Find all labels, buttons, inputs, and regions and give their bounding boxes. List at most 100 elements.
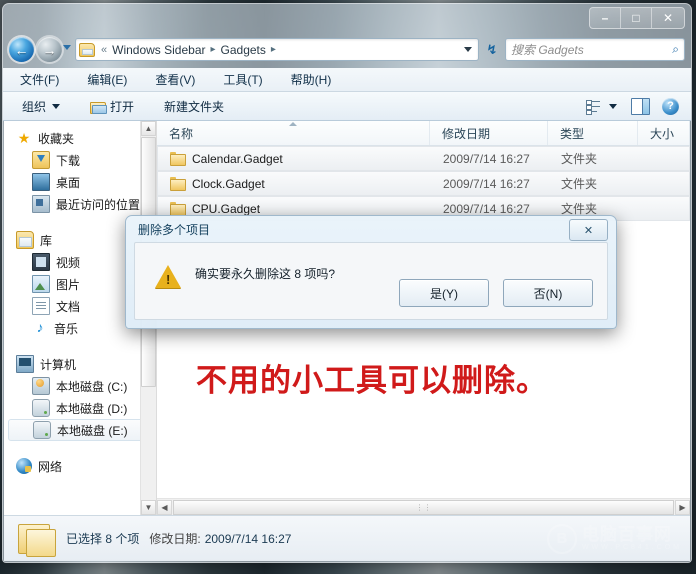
- folder-icon: [170, 202, 186, 216]
- drive-icon: [33, 421, 51, 439]
- warning-icon: !: [155, 265, 181, 289]
- sidebar-item-desktop[interactable]: 桌面: [4, 171, 156, 193]
- dialog-message: 确实要永久删除这 8 项吗?: [195, 267, 336, 281]
- menu-item-edit[interactable]: 编辑(E): [84, 69, 130, 90]
- search-input[interactable]: 搜索 Gadgets: [511, 41, 672, 58]
- close-button[interactable]: ✕: [652, 8, 684, 28]
- new-folder-button[interactable]: 新建文件夹: [159, 95, 229, 118]
- recent-pages-chevron-down-icon[interactable]: [63, 45, 71, 50]
- column-header-name[interactable]: 名称: [157, 121, 430, 145]
- help-icon[interactable]: ?: [662, 97, 679, 115]
- sidebar-item-recent-places[interactable]: 最近访问的位置: [4, 193, 156, 215]
- horizontal-scrollbar[interactable]: ◀ ⋮⋮ ▶: [157, 498, 690, 515]
- back-button[interactable]: ←: [9, 37, 34, 62]
- sidebar-label: 网络: [38, 459, 63, 474]
- scroll-right-button[interactable]: ▶: [675, 499, 690, 515]
- folder-icon: [170, 152, 186, 166]
- search-box[interactable]: 搜索 Gadgets ⌕: [505, 38, 685, 61]
- documents-icon: [32, 297, 50, 315]
- change-view-icon[interactable]: [586, 99, 601, 115]
- toolbar-right-group: ?: [586, 97, 691, 115]
- open-button[interactable]: 打开: [85, 95, 139, 118]
- address-bar[interactable]: « Windows Sidebar ▸ Gadgets ▸: [75, 38, 479, 61]
- maximize-button[interactable]: □: [621, 8, 652, 28]
- sidebar-label: 音乐: [54, 321, 79, 336]
- menu-item-tools[interactable]: 工具(T): [220, 69, 265, 90]
- watermark-title: 电脑百事网: [581, 524, 672, 544]
- music-icon: ♪: [36, 319, 44, 335]
- breadcrumb-separator-icon[interactable]: ▸: [269, 44, 278, 55]
- nav-group-favorites: ★ 收藏夹 下载 桌面 最近访问的位置: [4, 127, 156, 215]
- minimize-button[interactable]: –: [590, 8, 621, 28]
- file-date-cell: 2009/7/14 16:27: [443, 201, 530, 216]
- window-title-bar: – □ ✕: [3, 4, 691, 32]
- sidebar-item-drive-e[interactable]: 本地磁盘 (E:): [8, 419, 152, 441]
- sidebar-label: 库: [40, 233, 53, 248]
- sidebar-label: 本地磁盘 (E:): [57, 423, 128, 438]
- menu-item-file[interactable]: 文件(F): [17, 69, 62, 90]
- sidebar-item-downloads[interactable]: 下载: [4, 149, 156, 171]
- organize-button[interactable]: 组织: [17, 95, 65, 118]
- address-dropdown-icon[interactable]: [461, 47, 475, 52]
- file-name-label: Calendar.Gadget: [192, 151, 283, 166]
- library-icon: [16, 231, 34, 249]
- nav-group-network: 网络: [4, 455, 156, 477]
- file-name-label: CPU.Gadget: [192, 201, 261, 216]
- sidebar-item-drive-c[interactable]: 本地磁盘 (C:): [4, 375, 156, 397]
- dialog-close-button[interactable]: ✕: [569, 219, 608, 241]
- file-name-cell: CPU.Gadget: [158, 202, 431, 216]
- scrollbar-thumb[interactable]: ⋮⋮: [173, 499, 674, 515]
- table-row[interactable]: Clock.Gadget 2009/7/14 16:27 文件夹: [157, 171, 690, 196]
- address-bar-row: ← → « Windows Sidebar ▸ Gadgets ▸ ↯ 搜索 G…: [3, 34, 691, 66]
- sidebar-item-computer[interactable]: 计算机: [4, 353, 156, 375]
- star-icon: ★: [17, 130, 31, 146]
- scroll-up-button[interactable]: ▲: [141, 121, 156, 136]
- sidebar-item-network[interactable]: 网络: [4, 455, 156, 477]
- column-header-date-modified[interactable]: 修改日期: [430, 121, 548, 145]
- yes-button[interactable]: 是(Y): [399, 279, 489, 307]
- column-header-type[interactable]: 类型: [548, 121, 638, 145]
- window-controls: – □ ✕: [589, 7, 685, 29]
- desktop-icon: [32, 173, 50, 191]
- sidebar-label: 图片: [56, 277, 81, 292]
- view-chevron-down-icon[interactable]: [609, 103, 617, 109]
- refresh-button[interactable]: ↯: [482, 38, 502, 61]
- menu-item-help[interactable]: 帮助(H): [288, 69, 335, 90]
- breadcrumb-separator-icon[interactable]: ▸: [209, 44, 218, 55]
- sidebar-label: 本地磁盘 (D:): [56, 401, 128, 416]
- forward-button[interactable]: →: [37, 37, 62, 62]
- status-text: 已选择 8 个项 修改日期: 2009/7/14 16:27: [66, 530, 291, 547]
- open-label: 打开: [110, 99, 135, 114]
- scroll-down-button[interactable]: ▼: [141, 500, 156, 515]
- sidebar-label: 最近访问的位置: [56, 197, 141, 212]
- nav-group-computer: 计算机 本地磁盘 (C:) 本地磁盘 (D:) 本地磁盘 (E:): [4, 353, 156, 441]
- watermark: B 电脑百事网 WWW.PC841.COM: [546, 523, 682, 554]
- drive-icon: [32, 399, 50, 417]
- status-selection-count: 已选择 8 个项: [66, 532, 140, 546]
- sidebar-item-drive-d[interactable]: 本地磁盘 (D:): [4, 397, 156, 419]
- sidebar-label: 收藏夹: [38, 131, 75, 146]
- breadcrumb-overflow-icon[interactable]: «: [99, 44, 109, 56]
- file-name-cell: Calendar.Gadget: [158, 152, 431, 166]
- sidebar-item-favorites[interactable]: ★ 收藏夹: [4, 127, 156, 149]
- file-name-label: Clock.Gadget: [192, 176, 265, 191]
- table-row[interactable]: Calendar.Gadget 2009/7/14 16:27 文件夹: [157, 146, 690, 171]
- dialog-body: ! 确实要永久删除这 8 项吗? 是(Y) 否(N): [134, 242, 608, 320]
- breadcrumb-item-windows-sidebar[interactable]: Windows Sidebar: [109, 42, 208, 58]
- file-date-cell: 2009/7/14 16:27: [443, 176, 530, 191]
- sidebar-label: 计算机: [40, 357, 77, 372]
- scroll-left-button[interactable]: ◀: [157, 499, 172, 515]
- menu-item-view[interactable]: 查看(V): [152, 69, 198, 90]
- recent-places-icon: [32, 195, 50, 213]
- menu-bar: 文件(F) 编辑(E) 查看(V) 工具(T) 帮助(H): [3, 68, 691, 92]
- preview-pane-icon[interactable]: [631, 97, 650, 115]
- forward-arrow-icon: →: [42, 41, 57, 58]
- column-header-size[interactable]: 大小: [638, 121, 690, 145]
- breadcrumb-item-gadgets[interactable]: Gadgets: [218, 42, 269, 58]
- no-button[interactable]: 否(N): [503, 279, 593, 307]
- download-folder-icon: [32, 151, 50, 169]
- network-icon: [16, 458, 32, 474]
- file-date-cell: 2009/7/14 16:27: [443, 151, 530, 166]
